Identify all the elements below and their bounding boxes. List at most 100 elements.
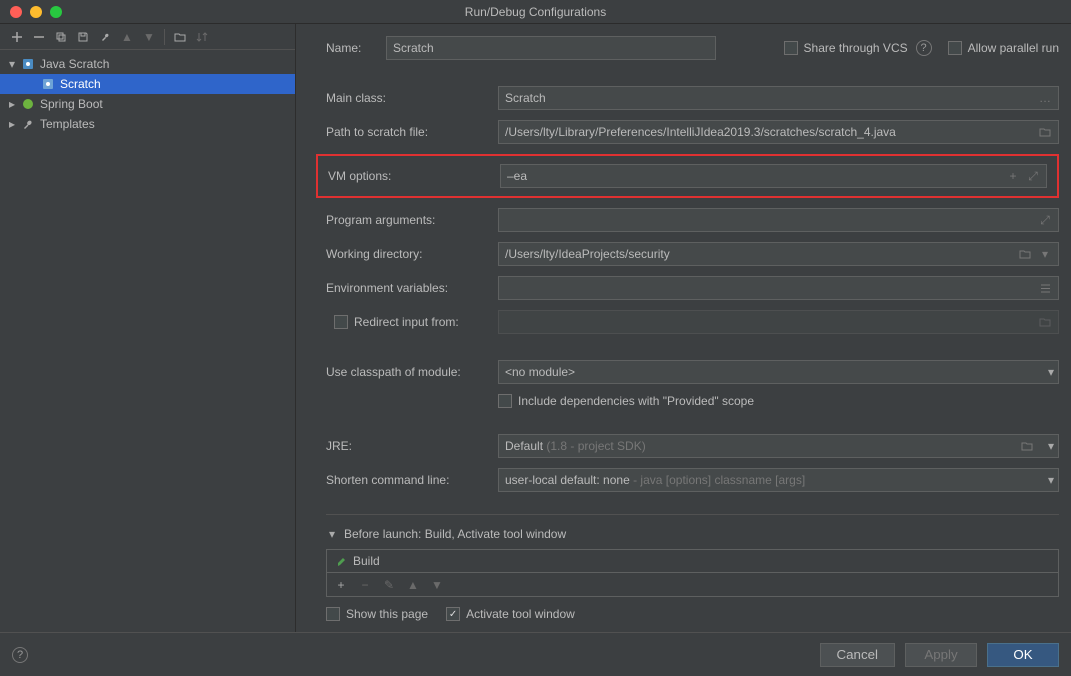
wrench-icon [20,116,36,132]
chevron-right-icon: ▸ [6,118,18,130]
tree-item-scratch[interactable]: Scratch [0,74,295,94]
plus-icon[interactable]: + [1004,166,1022,186]
before-launch-toolbar: + − ✎ ▲ ▼ [327,572,1058,596]
remove-icon[interactable] [30,28,48,46]
vm-options-label: VM options: [328,169,500,183]
browse-icon[interactable]: … [1036,88,1054,108]
main-class-label: Main class: [326,91,498,105]
checkbox-icon [948,41,962,55]
checkbox-icon [326,607,340,621]
before-launch-item-build[interactable]: Build [327,550,1058,572]
show-page-label: Show this page [346,607,428,621]
chevron-down-icon: ▾ [1048,365,1054,379]
share-vcs-checkbox[interactable]: Share through VCS [784,41,908,55]
add-icon[interactable] [8,28,26,46]
prog-args-label: Program arguments: [326,213,498,227]
save-icon[interactable] [74,28,92,46]
folder-icon[interactable] [171,28,189,46]
activate-window-label: Activate tool window [466,607,575,621]
activate-window-checkbox[interactable]: ✓ Activate tool window [446,607,575,621]
chevron-down-icon: ▾ [1048,473,1054,487]
tree-item-label: Scratch [60,77,101,91]
classpath-dropdown[interactable]: <no module> ▾ [498,360,1059,384]
jre-label: JRE: [326,439,498,453]
before-launch-list: Build + − ✎ ▲ ▼ [326,549,1059,597]
prog-args-input[interactable] [498,208,1059,232]
bottom-bar: ? Cancel Apply OK [0,632,1071,676]
vm-options-input[interactable] [500,164,1047,188]
tree-item-templates[interactable]: ▸ Templates [0,114,295,134]
main-panel: Name: Share through VCS ? Allow parallel… [296,24,1071,632]
classpath-value: <no module> [505,365,575,379]
folder-icon[interactable] [1016,244,1034,264]
allow-parallel-checkbox[interactable]: Allow parallel run [948,41,1059,55]
before-launch-section: ▾ Before launch: Build, Activate tool wi… [326,514,1059,621]
move-up-icon: ▲ [118,28,136,46]
titlebar: Run/Debug Configurations [0,0,1071,24]
checkbox-icon [784,41,798,55]
chevron-down-icon: ▾ [326,528,338,540]
list-icon[interactable] [1036,278,1054,298]
allow-parallel-label: Allow parallel run [968,41,1059,55]
shorten-value: user-local default: none - java [options… [505,473,805,487]
shorten-dropdown[interactable]: user-local default: none - java [options… [498,468,1059,492]
edit-icon: ✎ [381,577,397,593]
folder-icon [1036,312,1054,332]
sidebar-toolbar: ▲ ▼ [0,24,295,50]
expand-icon[interactable]: ⤢ [1036,210,1054,230]
move-down-icon: ▼ [140,28,158,46]
apply-button: Apply [905,643,977,667]
tree-item-label: Templates [40,117,95,131]
checkbox-icon [498,394,512,408]
move-up-icon: ▲ [405,577,421,593]
tree-item-java-scratch[interactable]: ▾ Java Scratch [0,54,295,74]
env-label: Environment variables: [326,281,498,295]
add-icon[interactable]: + [333,577,349,593]
before-launch-header[interactable]: ▾ Before launch: Build, Activate tool wi… [326,527,1059,541]
path-input[interactable] [498,120,1059,144]
chevron-down-icon: ▾ [6,58,18,70]
classpath-label: Use classpath of module: [326,365,498,379]
remove-icon: − [357,577,373,593]
path-label: Path to scratch file: [326,125,498,139]
sort-icon [193,28,211,46]
workdir-input[interactable] [498,242,1059,266]
share-vcs-label: Share through VCS [804,41,908,55]
jre-dropdown[interactable]: Default (1.8 - project SDK) ▾ [498,434,1059,458]
show-page-checkbox[interactable]: Show this page [326,607,428,621]
chevron-down-icon: ▾ [1048,439,1054,453]
checkbox-checked-icon: ✓ [446,607,460,621]
move-down-icon: ▼ [429,577,445,593]
chevron-right-icon: ▸ [6,98,18,110]
ok-button[interactable]: OK [987,643,1059,667]
folder-icon[interactable] [1036,122,1054,142]
tree-item-label: Spring Boot [40,97,103,111]
before-launch-title: Before launch: Build, Activate tool wind… [344,527,566,541]
cancel-button[interactable]: Cancel [820,643,896,667]
java-scratch-icon [20,56,36,72]
redirect-input-checkbox[interactable]: Redirect input from: [326,315,498,329]
application-icon [40,76,56,92]
copy-icon[interactable] [52,28,70,46]
expand-icon[interactable]: ⤢ [1024,166,1042,186]
name-label: Name: [326,41,378,55]
config-tree: ▾ Java Scratch Scratch ▸ Spring Boot ▸ T… [0,50,295,632]
wrench-icon[interactable] [96,28,114,46]
help-icon[interactable]: ? [12,647,28,663]
redirect-input-field [498,310,1059,334]
sidebar: ▲ ▼ ▾ Java Scratch Scratch ▸ Spring Boot [0,24,296,632]
env-input[interactable] [498,276,1059,300]
tree-item-spring-boot[interactable]: ▸ Spring Boot [0,94,295,114]
separator [164,29,165,45]
chevron-down-icon[interactable]: ▾ [1036,244,1054,264]
folder-icon[interactable] [1018,436,1036,456]
spring-icon [20,96,36,112]
help-icon[interactable]: ? [916,40,932,56]
hammer-icon [333,553,349,569]
include-deps-checkbox[interactable]: Include dependencies with "Provided" sco… [498,394,1059,408]
name-input[interactable] [386,36,716,60]
checkbox-icon [334,315,348,329]
jre-value: Default (1.8 - project SDK) [505,439,646,453]
main-class-input[interactable] [498,86,1059,110]
redirect-input-label: Redirect input from: [354,315,459,329]
